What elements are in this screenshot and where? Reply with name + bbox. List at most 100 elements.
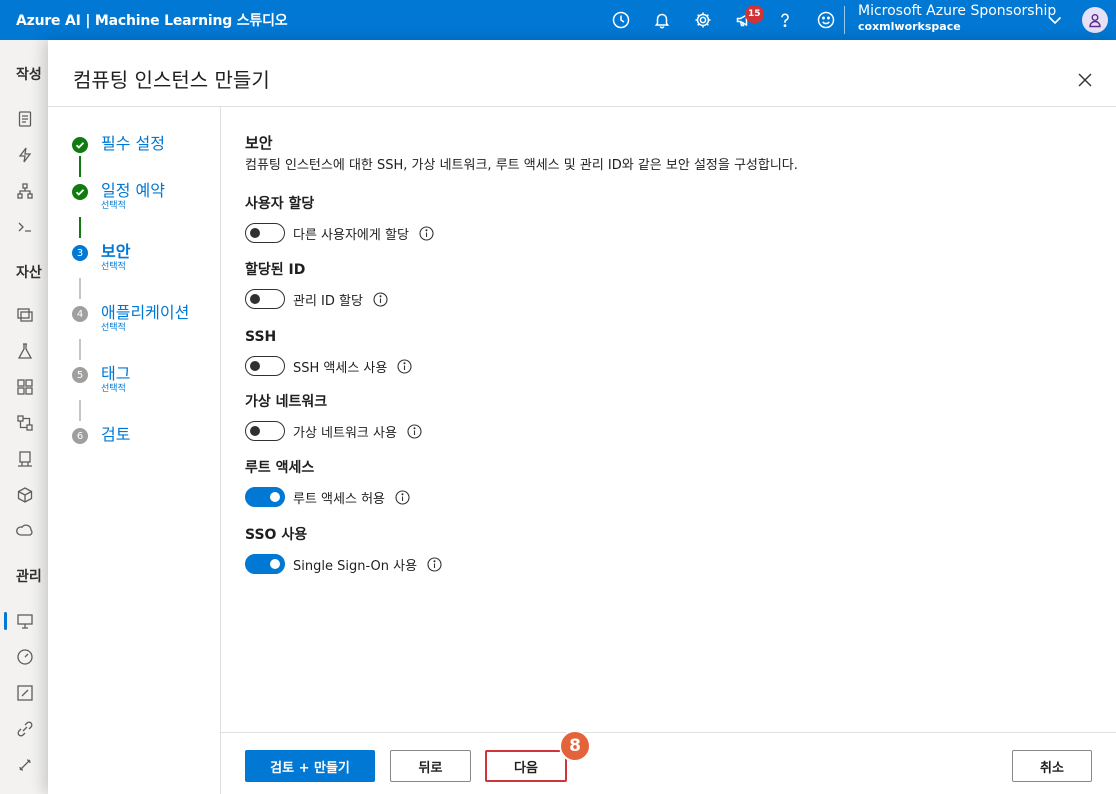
top-icons: 15 <box>600 0 846 40</box>
step-label: 보안 <box>101 242 131 261</box>
toggle-label: 루트 액세스 허용 <box>293 491 385 507</box>
setting-root-access: 루트 액세스 루트 액세스 허용 <box>245 458 410 508</box>
prompt-icon[interactable] <box>16 218 34 236</box>
step-optional: 선택적 <box>101 262 126 272</box>
setting-ssh: SSH SSH 액세스 사용 <box>245 327 412 377</box>
step-connector <box>79 339 81 360</box>
setting-title: 가상 네트워크 <box>245 394 328 410</box>
top-separator <box>844 6 845 34</box>
footer-divider <box>220 732 1116 733</box>
info-icon[interactable] <box>395 489 410 505</box>
pipeline-icon[interactable] <box>16 414 34 432</box>
setting-virtual-network: 가상 네트워크 가상 네트워크 사용 <box>245 392 422 442</box>
designer-icon[interactable] <box>16 182 34 200</box>
sso-toggle[interactable] <box>245 554 285 574</box>
nav-selection-indicator <box>4 612 7 630</box>
toggle-label: Single Sign-On 사용 <box>293 558 418 574</box>
help-icon[interactable] <box>764 0 805 40</box>
flask-icon[interactable] <box>16 342 34 360</box>
setting-assign-user: 사용자 할당 다른 사용자에게 할당 <box>245 194 434 244</box>
gear-icon[interactable] <box>682 0 723 40</box>
top-bar: Azure AI | Machine Learning 스튜디오 15 Micr… <box>0 0 1116 40</box>
step-number: 4 <box>72 306 88 322</box>
automl-icon[interactable] <box>16 146 34 164</box>
step-optional: 선택적 <box>101 323 126 333</box>
monitoring-icon[interactable] <box>16 648 34 666</box>
next-button[interactable]: 다음 <box>485 750 567 782</box>
step-optional: 선택적 <box>101 201 126 211</box>
section-description: 컴퓨팅 인스턴스에 대한 SSH, 가상 네트워크, 루트 액세스 및 관리 I… <box>245 158 798 173</box>
step-connector <box>79 278 81 299</box>
avatar[interactable] <box>1082 7 1108 33</box>
notebook-icon[interactable] <box>16 110 34 128</box>
back-button[interactable]: 뒤로 <box>390 750 471 782</box>
step-label: 일정 예약 <box>101 181 165 200</box>
toggle-label: 가상 네트워크 사용 <box>293 425 397 441</box>
info-icon[interactable] <box>373 291 388 307</box>
ssh-toggle[interactable] <box>245 356 285 376</box>
bell-icon[interactable] <box>641 0 682 40</box>
setting-title: 할당된 ID <box>245 262 306 278</box>
step-label: 태그 <box>101 364 131 383</box>
security-section: 보안 컴퓨팅 인스턴스에 대한 SSH, 가상 네트워크, 루트 액세스 및 관… <box>245 132 1105 176</box>
endpoint-icon[interactable] <box>16 522 34 540</box>
step-connector <box>79 156 81 177</box>
toggle-label: SSH 액세스 사용 <box>293 360 388 376</box>
step-callout-badge: 8 <box>559 730 591 762</box>
managed-identity-toggle[interactable] <box>245 289 285 309</box>
setting-managed-identity: 할당된 ID 관리 ID 할당 <box>245 260 388 310</box>
checkmark-icon <box>72 184 88 200</box>
app-title[interactable]: Azure AI | Machine Learning 스튜디오 <box>0 10 288 30</box>
info-icon[interactable] <box>419 225 434 241</box>
info-icon[interactable] <box>397 358 412 374</box>
nav-section-manage: 관리 <box>16 569 42 585</box>
nav-section-assets: 자산 <box>16 265 42 281</box>
root-access-toggle[interactable] <box>245 487 285 507</box>
toggle-label: 관리 ID 할당 <box>293 293 363 309</box>
chevron-down-icon[interactable] <box>1046 11 1064 29</box>
step-optional: 선택적 <box>101 384 126 394</box>
virtual-network-toggle[interactable] <box>245 421 285 441</box>
step-label: 검토 <box>101 425 131 444</box>
clock-icon[interactable] <box>600 0 641 40</box>
step-security[interactable]: 3 보안 선택적 <box>72 242 130 273</box>
close-icon[interactable] <box>1076 71 1094 89</box>
step-tags[interactable]: 5 태그 선택적 <box>72 364 130 395</box>
compute-icon[interactable] <box>16 612 34 630</box>
workspace-name: coxmlworkspace <box>858 20 961 34</box>
smiley-icon[interactable] <box>805 0 846 40</box>
step-number: 6 <box>72 428 88 444</box>
steps-divider <box>220 107 221 794</box>
panel-title: 컴퓨팅 인스턴스 만들기 <box>73 68 270 92</box>
step-connector <box>79 400 81 421</box>
data-icon[interactable] <box>16 306 34 324</box>
connections-icon[interactable] <box>16 756 34 774</box>
header-divider <box>48 106 1116 107</box>
info-icon[interactable] <box>407 423 422 439</box>
setting-title: 사용자 할당 <box>245 196 315 212</box>
cancel-button[interactable]: 취소 <box>1012 750 1092 782</box>
step-basics[interactable]: 필수 설정 <box>72 134 165 154</box>
toggle-label: 다른 사용자에게 할당 <box>293 227 409 243</box>
step-schedule[interactable]: 일정 예약 선택적 <box>72 181 165 212</box>
model-icon[interactable] <box>16 486 34 504</box>
step-number: 3 <box>72 245 88 261</box>
create-compute-panel: 컴퓨팅 인스턴스 만들기 필수 설정 일정 예약 선택적 3 보안 선택적 4 … <box>48 40 1116 794</box>
labeling-icon[interactable] <box>16 684 34 702</box>
left-nav: 작성 자산 관리 <box>0 40 48 794</box>
review-create-button[interactable]: 검토 + 만들기 <box>245 750 375 782</box>
step-applications[interactable]: 4 애플리케이션 선택적 <box>72 303 189 334</box>
megaphone-icon[interactable]: 15 <box>723 0 764 40</box>
step-label: 필수 설정 <box>101 134 165 153</box>
components-icon[interactable] <box>16 378 34 396</box>
step-review[interactable]: 6 검토 <box>72 425 130 445</box>
setting-title: SSO 사용 <box>245 527 308 543</box>
step-label: 애플리케이션 <box>101 303 190 322</box>
step-number: 5 <box>72 367 88 383</box>
linked-services-icon[interactable] <box>16 720 34 738</box>
account-switcher[interactable]: Microsoft Azure Sponsorship coxmlworkspa… <box>858 2 1056 34</box>
section-title: 보안 <box>245 134 273 152</box>
assign-user-toggle[interactable] <box>245 223 285 243</box>
info-icon[interactable] <box>427 556 442 572</box>
environment-icon[interactable] <box>16 450 34 468</box>
